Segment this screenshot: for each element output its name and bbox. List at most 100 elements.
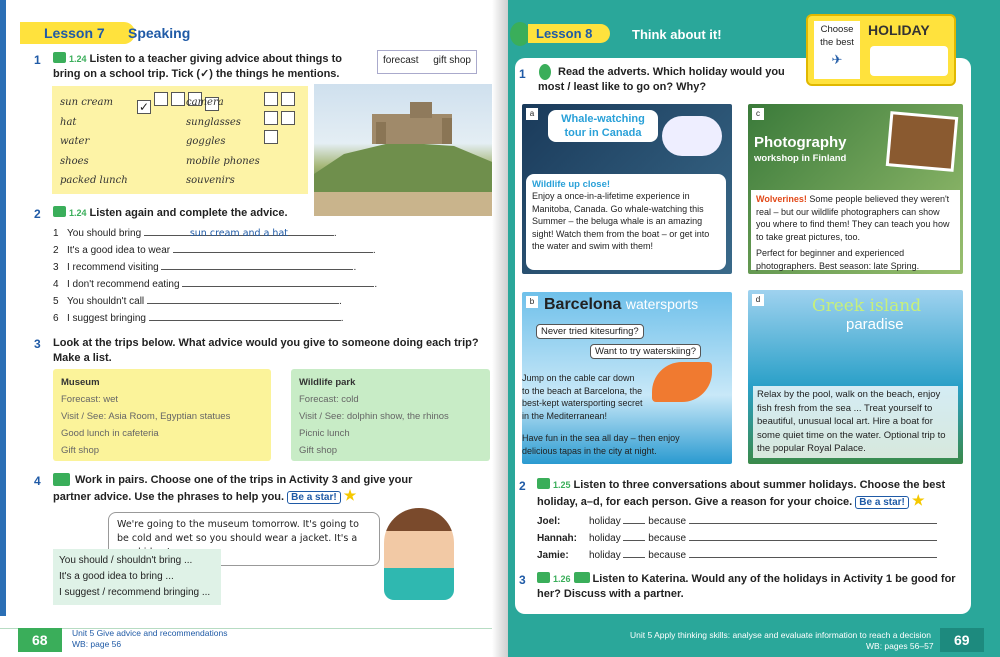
card-title: Museum	[61, 377, 100, 388]
museum-card: Museum Forecast: wet Visit / See: Asia R…	[53, 369, 271, 461]
advert-bubble: Want to try waterskiing?	[590, 344, 702, 359]
phrase: It's a good idea to bring ...	[59, 571, 174, 582]
exercise-number: 1	[519, 67, 526, 81]
badge-line: the best	[820, 37, 854, 48]
tick-list: sun cream hat water shoes packed lunch ✓…	[52, 86, 308, 194]
whale-icon	[662, 116, 722, 156]
advert-body-2: Have fun in the sea all day – then enjoy…	[522, 433, 680, 456]
item: packed lunch	[60, 175, 128, 186]
phrase: You should / shouldn't bring ...	[59, 555, 193, 566]
checkbox-col-right	[264, 92, 308, 144]
line-text: I don't recommend eating	[67, 279, 180, 290]
answer-row: Jamie: holiday because	[537, 547, 937, 564]
holiday-word: holiday	[589, 533, 621, 544]
answer-blank[interactable]	[172, 242, 373, 253]
person-name: Jamie:	[537, 550, 569, 561]
kitesurfer-photo	[652, 362, 712, 402]
holiday-blank[interactable]	[623, 530, 646, 541]
track-number: 1.24	[69, 54, 87, 64]
items-col-right: camera sunglasses goggles mobile phones …	[186, 93, 260, 191]
track-number: 1.25	[553, 480, 571, 490]
item: camera	[186, 97, 224, 108]
line-number: 5	[53, 296, 59, 307]
exercise-number: 3	[519, 573, 526, 587]
because-word: because	[648, 550, 687, 561]
advert-d[interactable]: d Greek island paradise Relax by the poo…	[748, 290, 963, 464]
checkbox-checked[interactable]: ✓	[137, 100, 151, 114]
book-spine	[492, 0, 508, 657]
advert-subtitle: paradise	[846, 316, 904, 333]
card-line: Visit / See: Asia Room, Egyptian statues	[61, 411, 231, 422]
page-number: 68	[18, 628, 62, 652]
reason-blank[interactable]	[688, 530, 937, 541]
audio-icon[interactable]	[53, 206, 66, 217]
advice-lines: 1 You should bring sun cream and a hat. 2…	[53, 225, 377, 327]
line-text: You should bring	[67, 228, 142, 239]
page-number: 69	[940, 628, 984, 652]
answer-blank[interactable]	[161, 259, 354, 270]
advert-b[interactable]: b Barcelona watersports Never tried kite…	[522, 292, 732, 464]
answer-blank[interactable]	[148, 310, 341, 321]
wildlife-card: Wildlife park Forecast: cold Visit / See…	[291, 369, 490, 461]
because-word: because	[648, 533, 687, 544]
exercise-number: 2	[34, 207, 41, 221]
card-title: Wildlife park	[299, 377, 356, 388]
advert-letter: a	[526, 108, 538, 120]
checkbox[interactable]	[264, 111, 278, 125]
footer-wb: WB: pages 56–57	[866, 641, 934, 651]
reason-blank[interactable]	[688, 547, 937, 558]
advert-title: Greek island	[812, 296, 922, 316]
lesson-title: Speaking	[128, 25, 191, 41]
badge-line: Choose	[820, 24, 854, 35]
audio-icon[interactable]	[537, 572, 550, 583]
advert-body: Jump on the cable car down to the beach …	[522, 373, 643, 421]
advert-a[interactable]: a Whale-watching tour in Canada Wildlife…	[522, 104, 732, 274]
phrases-box: You should / shouldn't bring ... It's a …	[53, 549, 221, 605]
items-col-left: sun cream hat water shoes packed lunch	[60, 93, 128, 191]
exercise-4-instruction: Work in pairs. Choose one of the trips i…	[53, 473, 423, 505]
exercise-number: 2	[519, 479, 526, 493]
answer-blank[interactable]: sun cream and a hat	[143, 225, 334, 239]
holiday-blank[interactable]	[623, 547, 646, 558]
answer-blank[interactable]	[146, 293, 339, 304]
lesson-label: Lesson 7	[44, 25, 105, 41]
exercise-number: 4	[34, 474, 41, 488]
audio-icon[interactable]	[53, 52, 66, 63]
holiday-word: holiday	[589, 516, 621, 527]
lesson-title: Think about it!	[632, 27, 722, 42]
be-a-star-badge: Be a star!	[855, 496, 909, 509]
checkbox[interactable]	[281, 111, 296, 125]
line-number: 1	[53, 228, 59, 239]
advice-line: 3I recommend visiting .	[53, 259, 377, 276]
checkbox[interactable]	[171, 92, 186, 106]
line-number: 2	[53, 245, 59, 256]
checkbox[interactable]	[281, 92, 296, 106]
lesson-label: Lesson 8	[536, 26, 593, 41]
answer-rows: Joel: holiday because Hannah: holiday beca…	[537, 513, 937, 564]
reason-blank[interactable]	[688, 513, 937, 524]
advert-text: Relax by the pool, walk on the beach, en…	[753, 386, 958, 458]
holiday-blank[interactable]	[623, 513, 646, 524]
footer-unit: Unit 5 Apply thinking skills: analyse an…	[630, 630, 931, 640]
line-text: I suggest bringing	[67, 313, 146, 324]
item: sunglasses	[186, 116, 241, 128]
advert-text: Wolverines! Some people believed they we…	[751, 190, 960, 271]
exercise-3-instruction: 1.26 Listen to Katerina. Would any of the…	[537, 572, 957, 602]
checkbox[interactable]	[264, 92, 278, 106]
answer-blank[interactable]	[182, 276, 375, 287]
item: sun cream	[60, 97, 113, 108]
word: gift shop	[433, 55, 471, 66]
exercise-1-instruction: Read the adverts. Which holiday would yo…	[538, 66, 785, 93]
checkbox[interactable]	[264, 130, 278, 144]
advert-head: Wildlife up close!	[532, 179, 611, 190]
audio-icon[interactable]	[537, 478, 550, 489]
advert-head: Wolverines!	[756, 194, 807, 204]
title-light: watersports	[625, 296, 699, 312]
star-icon: ★	[911, 492, 925, 508]
item: souvenirs	[186, 175, 235, 186]
checkbox[interactable]	[154, 92, 169, 106]
advert-c[interactable]: c Photography workshop in Finland Wolver…	[748, 104, 963, 274]
track-number: 1.24	[69, 208, 87, 218]
exercise-number: 1	[34, 53, 41, 67]
advert-letter: b	[526, 296, 538, 308]
